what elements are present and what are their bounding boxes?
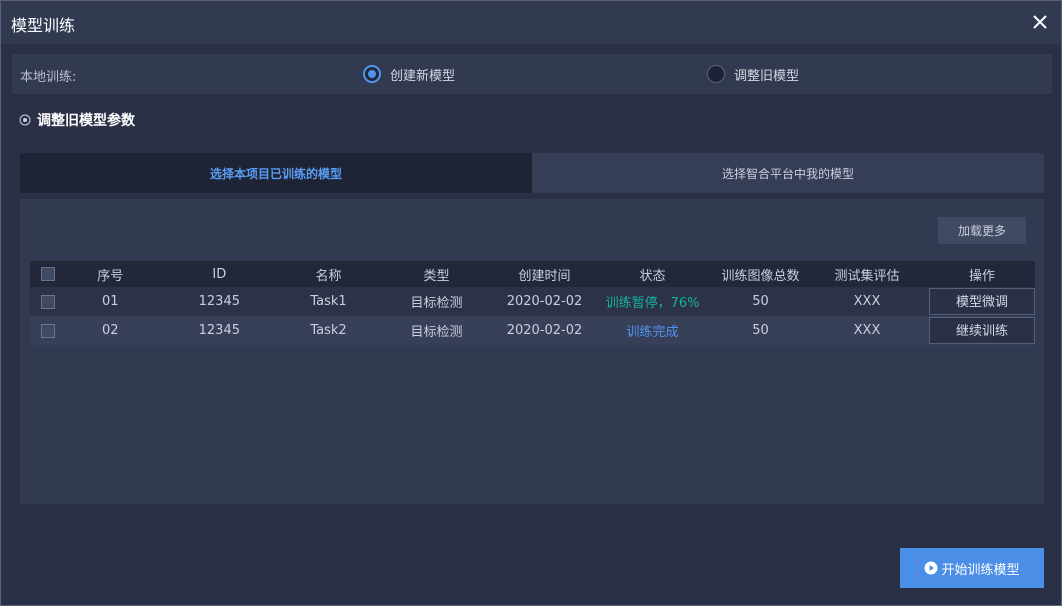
table-row: 01 12345 Task1 目标检测 2020-02-02 训练暂停，76% …	[30, 287, 1035, 316]
cell-name: Task2	[310, 323, 347, 338]
header-action: 操作	[968, 268, 995, 284]
start-training-button[interactable]: 开始训练模型	[900, 548, 1044, 588]
cell-status: 训练完成	[626, 325, 679, 340]
radio-label: 调整旧模型	[734, 68, 800, 84]
select-all-checkbox[interactable]	[40, 267, 55, 281]
cell-action: 继续训练	[928, 316, 1035, 345]
header-created: 创建时间	[518, 268, 571, 284]
tab-platform-models[interactable]: 选择智合平台中我的模型	[532, 153, 1044, 193]
cell-action: 模型微调	[928, 287, 1035, 316]
header-id: ID	[212, 266, 227, 282]
cell-status: 训练暂停，76%	[605, 296, 700, 311]
cell-id: 12345	[198, 294, 240, 309]
radio-selected-icon	[363, 65, 381, 83]
header-type: 类型	[423, 268, 450, 284]
table-header-row: 序号 ID 名称 类型 创建时间 状态 训练图像总数 测试集评估 操作	[30, 261, 1035, 287]
cell-index: 01	[102, 294, 119, 309]
radio-label: 创建新模型	[390, 68, 456, 84]
row-checkbox[interactable]	[40, 294, 55, 309]
local-training-label: 本地训练:	[20, 70, 77, 85]
cell-created: 2020-02-02	[506, 323, 583, 338]
cell-name: Task1	[310, 294, 347, 309]
model-training-dialog: 模型训练 本地训练: 创建新模型 调整旧模型 调整旧模型参数 选择本项目已训练的…	[0, 0, 1062, 606]
section-title: 调整旧模型参数	[37, 113, 135, 129]
close-icon[interactable]	[1027, 9, 1053, 35]
row-checkbox[interactable]	[40, 323, 55, 338]
dialog-title: 模型训练	[11, 16, 76, 35]
finetune-button[interactable]: 模型微调	[928, 288, 1035, 315]
header-index: 序号	[97, 268, 124, 284]
cell-type: 目标检测	[410, 325, 463, 340]
cell-type: 目标检测	[410, 296, 463, 311]
header-images: 训练图像总数	[721, 268, 800, 284]
start-training-label: 开始训练模型	[941, 562, 1020, 578]
row-select-cell	[30, 316, 66, 345]
play-icon	[924, 561, 938, 575]
table-row: 02 12345 Task2 目标检测 2020-02-02 训练完成 50 X…	[30, 316, 1035, 345]
radio-unselected-icon	[707, 65, 725, 83]
row-select-cell	[30, 287, 66, 316]
header-name: 名称	[315, 268, 342, 284]
cell-id: 12345	[198, 323, 240, 338]
load-more-button[interactable]: 加载更多	[938, 217, 1026, 244]
create-new-model-radio[interactable]: 创建新模型	[363, 63, 455, 85]
model-source-tabs: 选择本项目已训练的模型 选择智合平台中我的模型	[20, 153, 1044, 193]
cell-created: 2020-02-02	[506, 294, 583, 309]
local-training-row: 本地训练: 创建新模型 调整旧模型	[12, 54, 1052, 94]
select-all-cell	[30, 261, 66, 287]
tab-project-models[interactable]: 选择本项目已训练的模型	[20, 153, 532, 193]
cell-eval: XXX	[853, 323, 881, 338]
cell-index: 02	[102, 323, 119, 338]
header-eval: 测试集评估	[834, 268, 900, 284]
header-status: 状态	[639, 268, 666, 284]
section-header: 调整旧模型参数	[19, 110, 135, 130]
adjust-old-model-radio[interactable]: 调整旧模型	[707, 63, 799, 85]
models-table: 序号 ID 名称 类型 创建时间 状态 训练图像总数 测试集评估 操作 01 1…	[30, 261, 1035, 345]
cell-images: 50	[752, 294, 769, 309]
cell-images: 50	[752, 323, 769, 338]
title-bar: 模型训练	[1, 1, 1061, 44]
continue-training-button[interactable]: 继续训练	[928, 317, 1035, 344]
circle-dot-icon	[19, 114, 31, 126]
models-panel: 加载更多 序号 ID 名称 类型 创建时间 状态 训练图像总数 测试集评估 操作…	[20, 199, 1044, 504]
cell-eval: XXX	[853, 294, 881, 309]
